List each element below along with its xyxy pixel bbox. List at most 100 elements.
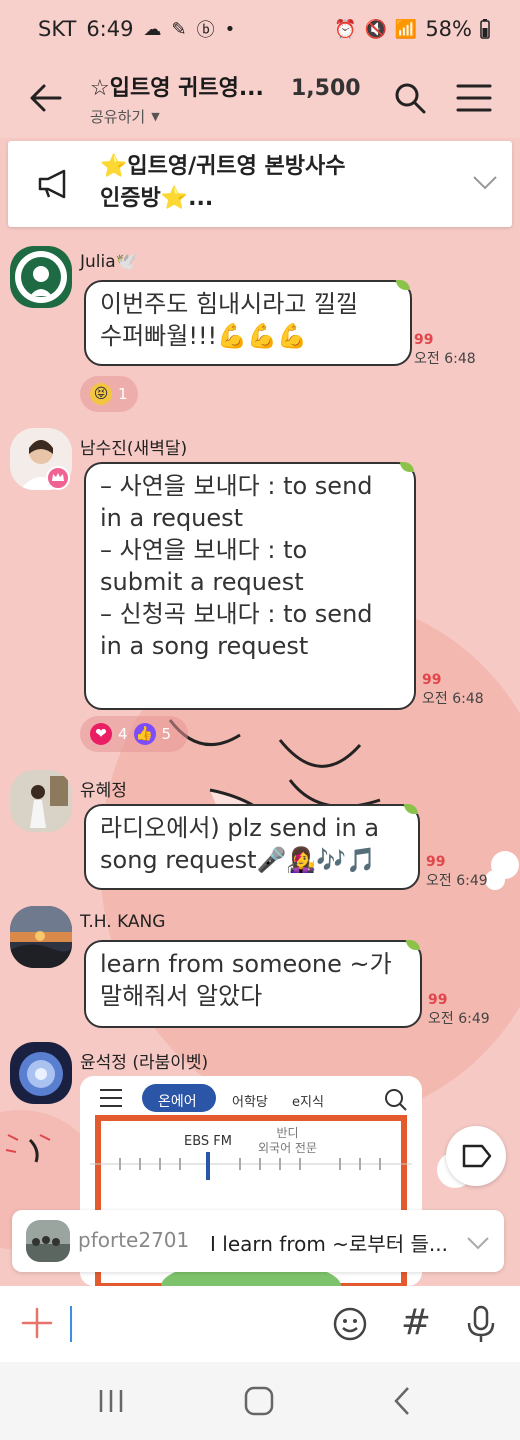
message-bubble[interactable]: 이번주도 힘내시라고 낄낄 수퍼빠월!!!💪💪💪: [84, 280, 412, 366]
share-dropdown[interactable]: 공유하기 ▼: [90, 106, 361, 127]
message-meta: 99 오전 6:49: [426, 854, 488, 890]
message-line: submit a request: [100, 568, 304, 596]
avatar[interactable]: [10, 906, 72, 968]
clock: 6:49: [86, 17, 134, 41]
app-notification-icon: ✎: [171, 18, 187, 40]
message-line: song request🎤👩‍🎤🎶🎵: [100, 846, 377, 874]
recent-apps-icon[interactable]: [96, 1386, 126, 1416]
avatar[interactable]: [10, 246, 72, 308]
message-bubble[interactable]: – 사연을 보내다 : to send in a request – 사연을 보…: [84, 462, 416, 710]
mute-icon: 🔇: [364, 18, 387, 40]
reaction-chip[interactable]: 😝 1: [80, 376, 138, 412]
sender-name: Julia🕊️: [80, 252, 137, 272]
message-meta: 99 오전 6:49: [428, 992, 490, 1028]
emoji-icon[interactable]: [332, 1306, 368, 1342]
timestamp: 오전 6:49: [428, 1011, 490, 1027]
wifi-icon: 📶: [394, 18, 418, 40]
message-line: 이번주도 힘내시라고 낄낄: [100, 290, 359, 318]
tag-button[interactable]: [446, 1126, 506, 1186]
search-icon[interactable]: [392, 80, 428, 116]
chat-title: ☆입트영 귀트영...: [90, 76, 264, 101]
message-line: learn from someone ~가: [100, 950, 392, 978]
carrier: SKT: [38, 17, 77, 41]
new-message-preview[interactable]: pforte2701 I learn from ~로부터 들...: [12, 1210, 504, 1272]
program-label: 반디 외국어 전문: [258, 1126, 318, 1155]
message-bubble[interactable]: learn from someone ~가 말해줘서 알았다: [84, 940, 422, 1028]
hashtag-icon[interactable]: #: [398, 1302, 434, 1343]
message-line: – 신청곡 보내다 : to send: [100, 600, 373, 628]
thumbs-up-icon: 👍: [133, 723, 156, 745]
tag-icon: [462, 1144, 492, 1168]
chevron-down-icon[interactable]: [472, 175, 498, 191]
message-meta: 99 오전 6:48: [414, 332, 476, 368]
message-bubble[interactable]: 라디오에서) plz send in a song request🎤👩‍🎤🎶🎵: [84, 804, 420, 890]
megaphone-icon: [38, 169, 66, 199]
message-line: in a request: [100, 504, 244, 532]
station-label: EBS FM: [184, 1134, 232, 1149]
lights-photo-icon: [19, 1052, 63, 1096]
b-app-icon: ⓑ: [196, 20, 215, 41]
timestamp: 오전 6:48: [414, 351, 476, 367]
member-count: 1,500: [291, 76, 361, 101]
sender-name: 유혜정: [80, 781, 127, 801]
plus-icon[interactable]: [20, 1306, 54, 1340]
reaction-count: 1: [118, 385, 128, 403]
status-bar: SKT 6:49 ☁ ✎ ⓑ • ⏰ 🔇 📶 58%: [0, 0, 520, 58]
message-composer: #: [0, 1286, 520, 1362]
dot-icon: •: [224, 18, 236, 40]
reaction-chip[interactable]: ❤ 4 👍 5: [80, 716, 188, 752]
chevron-down-icon[interactable]: [466, 1236, 490, 1250]
chat-header: ☆입트영 귀트영... 1,500 공유하기 ▼: [0, 58, 520, 138]
crown-badge-icon: [46, 466, 70, 490]
unread-count: 99: [414, 332, 434, 348]
message-line: 라디오에서) plz send in a: [100, 814, 380, 842]
back-arrow-icon[interactable]: [26, 78, 66, 118]
title-block[interactable]: ☆입트영 귀트영... 1,500 공유하기 ▼: [90, 70, 361, 127]
tab-language: 어학당: [232, 1095, 268, 1110]
preview-username: pforte2701: [78, 1228, 190, 1252]
timestamp: 오전 6:49: [426, 873, 488, 889]
preview-avatar: [26, 1220, 70, 1262]
avatar[interactable]: [10, 770, 72, 832]
pinned-notice[interactable]: ⭐입트영/귀트영 본방사수 인증방⭐...: [8, 141, 512, 227]
cloud-icon: ☁: [143, 18, 162, 40]
microphone-icon[interactable]: [464, 1304, 498, 1344]
group-photo-icon: [26, 1220, 70, 1262]
message-line: in a song request: [100, 632, 309, 660]
reaction-count: 4: [118, 725, 128, 743]
message-meta: 99 오전 6:48: [422, 672, 484, 708]
message-line: 말해줘서 알았다: [100, 982, 263, 1010]
battery-icon: [480, 19, 490, 39]
sender-name: 윤석정 (라붐이벳): [80, 1053, 209, 1073]
profile-photo-icon: [30, 776, 68, 828]
battery-level: 58%: [425, 17, 472, 41]
message-line: – 사연을 보내다 : to: [100, 536, 308, 564]
preview-text: I learn from ~로부터 들...: [210, 1232, 448, 1256]
unread-count: 99: [426, 854, 446, 870]
reaction-count: 5: [161, 725, 172, 743]
sunset-photo-icon: [10, 906, 72, 968]
message-line: 수퍼빠월!!!💪💪💪: [100, 322, 307, 350]
avatar[interactable]: [10, 1042, 72, 1104]
hamburger-menu-icon[interactable]: [456, 82, 492, 114]
home-icon[interactable]: [242, 1384, 276, 1418]
notice-line1: ⭐입트영/귀트영 본방사수: [100, 154, 346, 179]
starbucks-logo-icon: [15, 251, 67, 303]
message-line: – 사연을 보내다 : to send: [100, 472, 373, 500]
unread-count: 99: [422, 672, 442, 688]
tab-on-air: 온에어: [158, 1094, 197, 1110]
share-label: 공유하기: [90, 108, 146, 126]
tab-knowledge: e지식: [292, 1095, 324, 1110]
system-nav-bar: [0, 1362, 520, 1440]
unread-count: 99: [428, 992, 448, 1008]
notice-text: ⭐입트영/귀트영 본방사수 인증방⭐...: [100, 151, 400, 215]
back-icon[interactable]: [390, 1384, 414, 1418]
heart-icon: ❤: [90, 723, 112, 745]
sender-name: T.H. KANG: [80, 912, 166, 932]
notice-line2: 인증방⭐...: [100, 186, 214, 211]
text-cursor: [70, 1306, 72, 1342]
alarm-icon: ⏰: [334, 18, 357, 40]
timestamp: 오전 6:48: [422, 691, 484, 707]
message-input[interactable]: [78, 1300, 318, 1348]
caret-down-icon: ▼: [151, 110, 160, 123]
